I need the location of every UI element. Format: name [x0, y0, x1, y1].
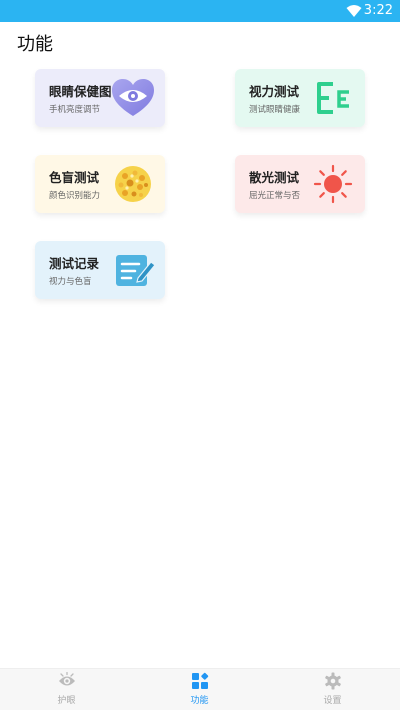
tab-eye-care[interactable]: 护眼: [0, 669, 133, 710]
note-edit-icon: [116, 255, 156, 286]
tab-label: 功能: [190, 696, 209, 706]
test-record-card[interactable]: 测试记录 视力与色盲: [35, 241, 165, 299]
sun-icon: [313, 164, 353, 204]
wifi-icon: [346, 5, 362, 17]
card-subtitle: 手机亮度调节: [49, 105, 101, 115]
card-title: 视力测试: [249, 84, 300, 99]
page-title: 功能: [17, 34, 53, 55]
card-title: 散光测试: [249, 170, 300, 185]
vision-test-card[interactable]: 视力测试 测试眼睛健康: [235, 69, 365, 127]
grid-icon: [192, 672, 209, 689]
card-subtitle: 屈光正常与否: [249, 191, 301, 201]
status-time: 3:22: [363, 3, 393, 18]
card-subtitle: 视力与色盲: [49, 277, 92, 287]
eye-icon: [59, 672, 75, 686]
eye-care-card[interactable]: 眼睛保健图 手机亮度调节: [35, 69, 165, 127]
astigmatism-test-card[interactable]: 散光测试 屈光正常与否: [235, 155, 365, 213]
e-chart-icon: [317, 82, 349, 114]
tab-settings[interactable]: 设置: [266, 669, 399, 710]
color-blind-test-card[interactable]: 色盲测试 颜色识别能力: [35, 155, 165, 213]
card-title: 测试记录: [49, 256, 100, 271]
card-subtitle: 颜色识别能力: [49, 191, 101, 201]
tab-label: 设置: [323, 696, 342, 706]
status-bar: 3:22: [0, 0, 400, 22]
color-dots-icon: [115, 166, 151, 202]
card-title: 眼睛保健图: [49, 84, 112, 99]
gear-icon: [325, 672, 341, 690]
card-title: 色盲测试: [49, 170, 100, 185]
tab-label: 护眼: [57, 696, 76, 706]
card-subtitle: 测试眼睛健康: [249, 105, 301, 115]
tab-functions[interactable]: 功能: [133, 669, 266, 710]
heart-eye-icon: [112, 79, 154, 116]
bottom-nav: 护眼 功能 设置: [0, 668, 400, 710]
